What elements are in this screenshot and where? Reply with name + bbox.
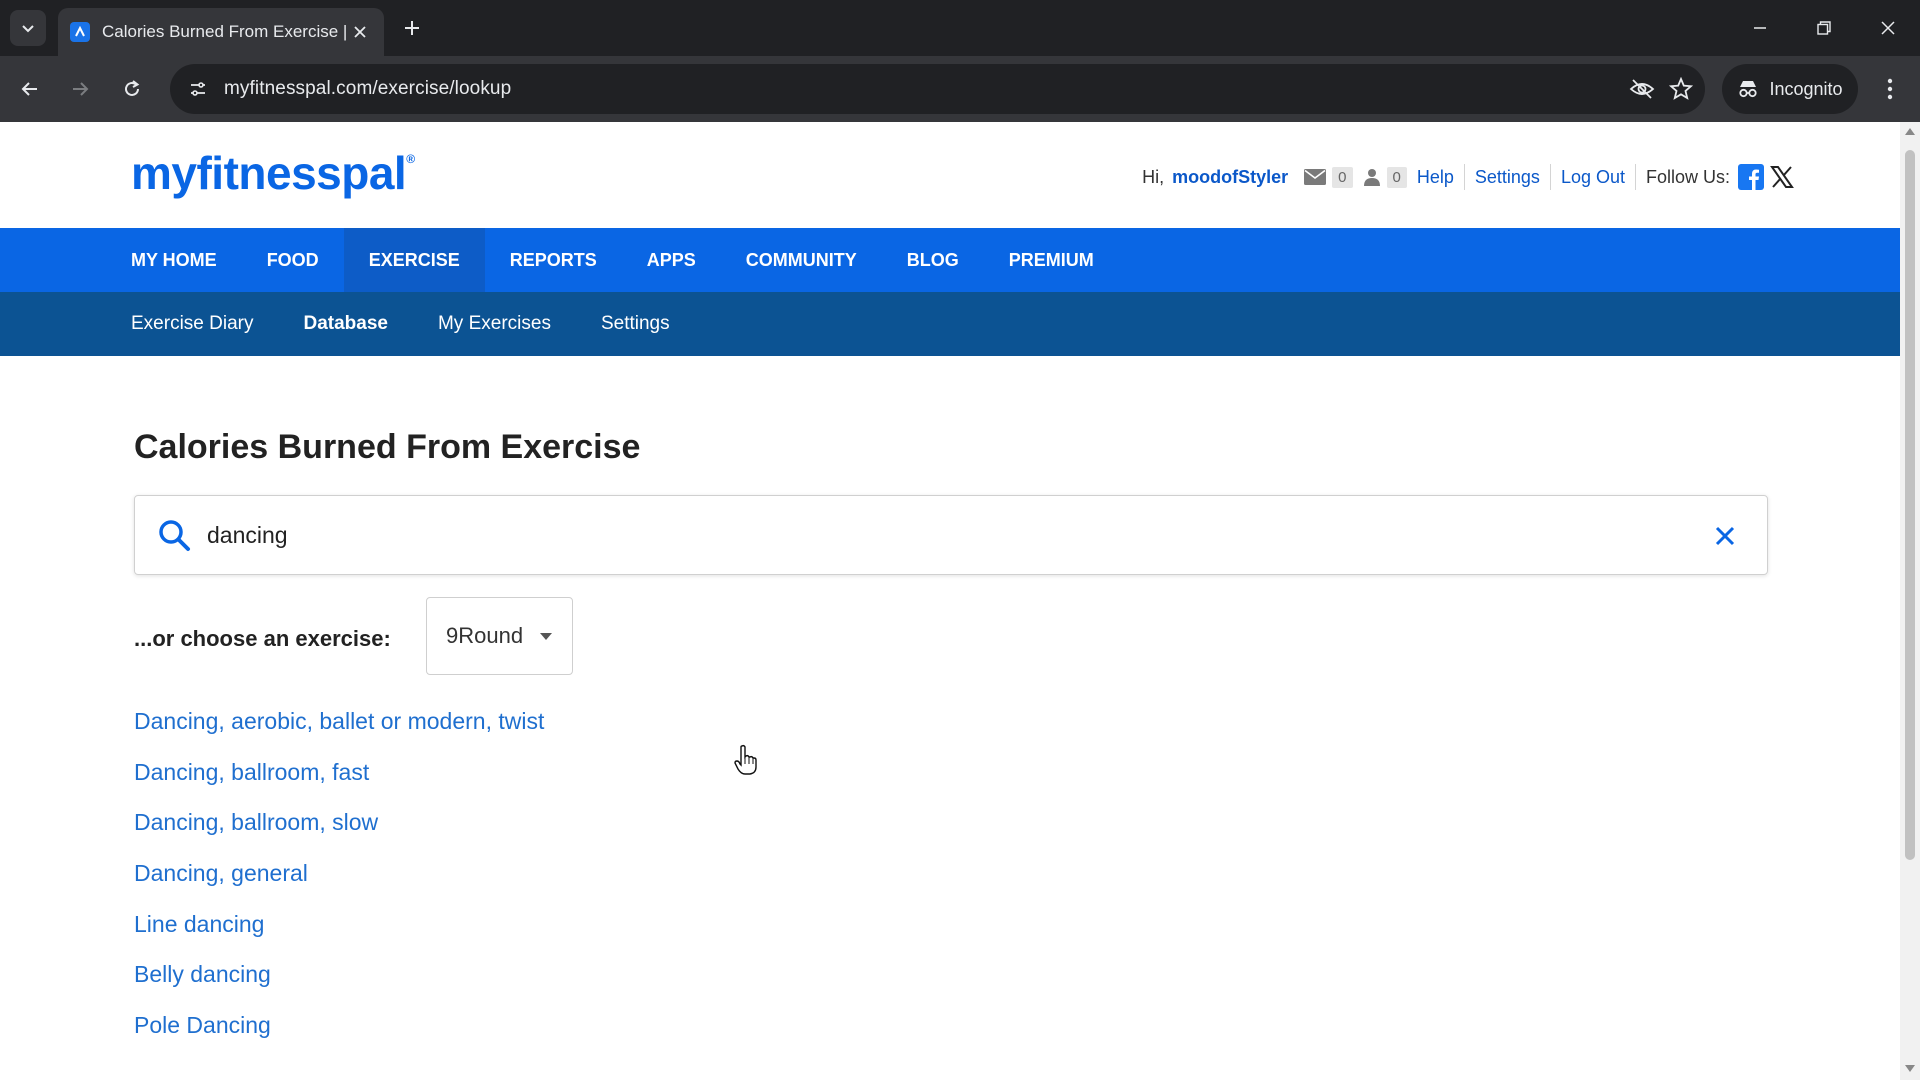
result-link[interactable]: Dancing, aerobic, ballet or modern, twis… xyxy=(134,708,544,735)
result-link[interactable]: Belly dancing xyxy=(134,961,271,988)
address-bar-actions xyxy=(1629,64,1693,114)
divider xyxy=(1463,164,1465,190)
list-item: Dancing, aerobic, ballet or modern, twis… xyxy=(134,696,544,747)
more-vertical-icon xyxy=(1887,78,1893,100)
greeting: Hi, xyxy=(1142,166,1165,187)
url-text[interactable]: myfitnesspal.com/exercise/lookup xyxy=(224,78,511,100)
settings-link[interactable]: Settings xyxy=(1475,167,1540,188)
myfitnesspal-favicon-icon xyxy=(70,22,90,42)
hand-pointer-cursor-icon xyxy=(734,744,757,775)
exercise-search-input[interactable] xyxy=(207,521,1607,549)
tab-close-icon[interactable] xyxy=(348,20,372,44)
caret-down-icon xyxy=(540,633,552,640)
search-icon xyxy=(159,520,190,551)
x-twitter-icon[interactable] xyxy=(1770,165,1794,189)
subnav-database[interactable]: Database xyxy=(278,292,413,356)
plus-icon xyxy=(405,21,419,35)
clear-search-button[interactable] xyxy=(1709,520,1741,552)
logo-registered-mark: ® xyxy=(406,152,415,166)
list-item: Dancing, ballroom, fast xyxy=(134,747,544,798)
reload-icon xyxy=(125,80,140,96)
nav-reports[interactable]: REPORTS xyxy=(485,228,622,292)
result-link[interactable]: Dancing, general xyxy=(134,860,308,887)
page-viewport: myfitnesspal® Hi, moodofStyler 0 0 Help … xyxy=(0,122,1900,1080)
list-item: Belly dancing xyxy=(134,949,544,1000)
browser-tab-bar: Calories Burned From Exercise | xyxy=(0,0,1920,56)
result-link[interactable]: Line dancing xyxy=(134,911,264,938)
user-bar: Hi, moodofStyler 0 0 Help Settings Log O… xyxy=(1142,162,1794,192)
eye-off-icon[interactable] xyxy=(1629,78,1655,100)
main-navigation: MY HOME FOOD EXERCISE REPORTS APPS COMMU… xyxy=(0,228,1900,292)
arrow-left-icon xyxy=(21,82,37,96)
mail-icon[interactable] xyxy=(1304,169,1327,185)
browser-tab-active[interactable]: Calories Burned From Exercise | xyxy=(58,8,384,56)
page-scrollbar[interactable] xyxy=(1900,122,1920,1080)
site-logo[interactable]: myfitnesspal® xyxy=(131,146,415,200)
back-button[interactable] xyxy=(10,69,50,109)
messages-count-badge: 0 xyxy=(1332,166,1353,188)
nav-my-home[interactable]: MY HOME xyxy=(106,228,242,292)
scroll-down-arrow-icon[interactable] xyxy=(1905,1065,1915,1072)
subnav-my-exercises[interactable]: My Exercises xyxy=(413,292,576,356)
list-item: Dancing, general xyxy=(134,848,544,899)
site-info-icon[interactable] xyxy=(188,79,208,99)
nav-community[interactable]: COMMUNITY xyxy=(721,228,882,292)
browser-toolbar: myfitnesspal.com/exercise/lookup Incogni… xyxy=(0,56,1920,122)
exercise-dropdown-value: 9Round xyxy=(446,623,524,648)
address-bar[interactable]: myfitnesspal.com/exercise/lookup xyxy=(170,64,1705,114)
restore-button[interactable] xyxy=(1792,0,1856,56)
friends-icon[interactable] xyxy=(1363,168,1381,186)
result-link[interactable]: Pole Dancing xyxy=(134,1012,271,1039)
follow-us-label: Follow Us: xyxy=(1645,166,1730,187)
close-icon xyxy=(1881,21,1895,35)
tab-search-button[interactable] xyxy=(10,10,46,46)
subnav-settings[interactable]: Settings xyxy=(576,292,695,356)
list-item: Dancing, ballroom, slow xyxy=(134,797,544,848)
choose-exercise-label: ...or choose an exercise: xyxy=(134,626,391,651)
bookmark-star-icon[interactable] xyxy=(1669,77,1693,101)
new-tab-button[interactable] xyxy=(396,12,428,44)
list-item: Line dancing xyxy=(134,899,544,950)
divider xyxy=(1634,164,1636,190)
tab-title: Calories Burned From Exercise | xyxy=(102,22,348,41)
minimize-icon xyxy=(1754,27,1766,29)
nav-apps[interactable]: APPS xyxy=(622,228,721,292)
nav-premium[interactable]: PREMIUM xyxy=(984,228,1119,292)
incognito-label: Incognito xyxy=(1769,78,1843,99)
page-title: Calories Burned From Exercise xyxy=(134,428,641,466)
nav-exercise[interactable]: EXERCISE xyxy=(343,228,485,292)
search-results-list: Dancing, aerobic, ballet or modern, twis… xyxy=(134,696,544,1051)
forward-button[interactable] xyxy=(60,69,100,109)
facebook-icon[interactable] xyxy=(1738,164,1764,190)
scrollbar-thumb[interactable] xyxy=(1905,150,1915,860)
result-link[interactable]: Dancing, ballroom, slow xyxy=(134,809,378,836)
divider xyxy=(1549,164,1551,190)
subnav-exercise-diary[interactable]: Exercise Diary xyxy=(106,292,278,356)
sub-navigation: Exercise Diary Database My Exercises Set… xyxy=(0,292,1900,356)
exercise-search-box[interactable] xyxy=(134,495,1768,575)
chevron-down-icon xyxy=(22,25,34,33)
window-controls xyxy=(1728,0,1920,56)
username-link[interactable]: moodofStyler xyxy=(1172,167,1288,188)
reload-button[interactable] xyxy=(112,69,152,109)
friends-count-badge: 0 xyxy=(1386,166,1407,188)
scroll-up-arrow-icon[interactable] xyxy=(1905,128,1915,135)
incognito-indicator[interactable]: Incognito xyxy=(1722,64,1858,114)
incognito-icon xyxy=(1739,81,1758,98)
result-link[interactable]: Dancing, ballroom, fast xyxy=(134,759,369,786)
nav-blog[interactable]: BLOG xyxy=(882,228,984,292)
logout-link[interactable]: Log Out xyxy=(1561,167,1625,188)
browser-menu-button[interactable] xyxy=(1870,69,1910,109)
close-icon xyxy=(1715,526,1735,546)
arrow-right-icon xyxy=(73,82,89,96)
list-item: Pole Dancing xyxy=(134,1000,544,1051)
minimize-button[interactable] xyxy=(1728,0,1792,56)
logo-text: myfitnesspal xyxy=(131,147,407,199)
help-link[interactable]: Help xyxy=(1417,167,1454,188)
exercise-dropdown[interactable]: 9Round xyxy=(426,597,573,675)
close-window-button[interactable] xyxy=(1856,0,1920,56)
restore-icon xyxy=(1817,21,1831,35)
nav-food[interactable]: FOOD xyxy=(242,228,344,292)
